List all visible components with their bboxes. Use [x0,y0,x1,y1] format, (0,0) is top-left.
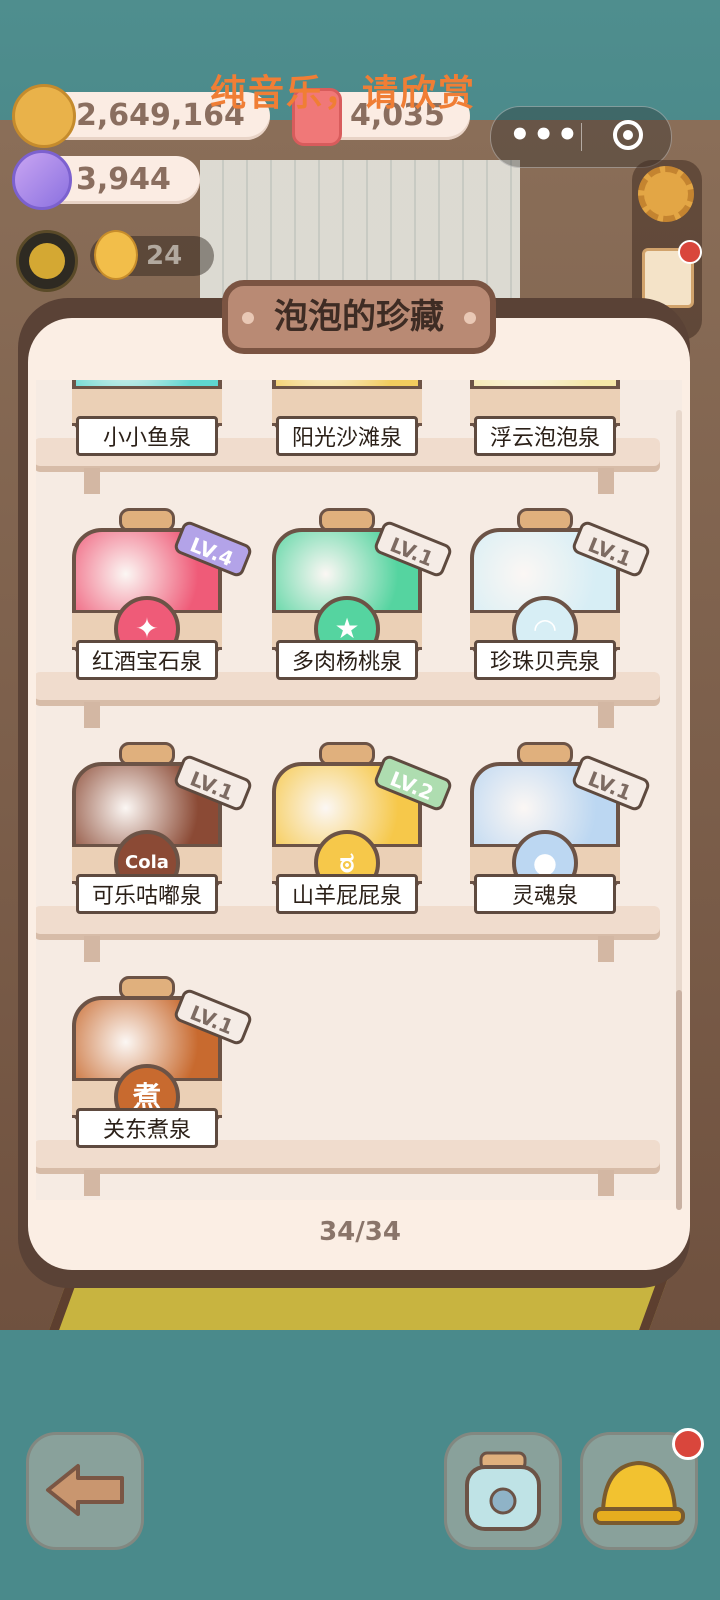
jar-icon [465,1451,541,1531]
chick-count: 24 [146,241,183,271]
jar-item[interactable]: ★ 多肉杨桃泉 LV.1 [272,508,454,680]
jar-item[interactable]: 阳光沙滩泉 [272,380,422,456]
page-counter: 34/34 [319,1217,401,1247]
shelf-bracket [598,936,614,962]
sun-icon[interactable] [16,230,78,292]
shelf-bracket [84,702,100,728]
back-arrow-icon [46,1464,124,1516]
shelf-bracket [598,468,614,494]
more-menu-button[interactable]: ••• [509,107,578,167]
shelf-bracket [84,1170,100,1196]
chick-icon [94,230,138,280]
jar-name-label: 关东煮泉 [76,1108,218,1148]
bubble-jar-button[interactable] [444,1432,562,1550]
capsule-divider [581,123,582,151]
cookie-coin-icon [12,84,76,148]
collection-scroll-area[interactable]: 小小鱼泉 阳光沙滩泉 浮云泡泡泉 ✦ 红酒宝石泉 LV.4 ★ 多肉杨桃泉 LV.1 ◠ 珍珠贝壳泉… [36,380,682,1200]
jar-item[interactable]: 煮关东煮泉 LV.1 [72,976,254,1148]
jar-item[interactable]: ✦ 红酒宝石泉 LV.4 [72,508,254,680]
jar-name-label: 多肉杨桃泉 [276,640,418,680]
shelf-bracket [84,468,100,494]
shelf-bracket [84,936,100,962]
jar-item[interactable]: Cola 可乐咕嘟泉 LV.1 [72,742,254,914]
mini-program-capsule: ••• [490,106,672,168]
close-target-button[interactable] [613,120,643,150]
jar-name-label: 阳光沙滩泉 [276,416,418,456]
jar-item[interactable]: 小小鱼泉 [72,380,222,456]
music-overlay-text: 纯音乐，请欣赏 [210,73,477,114]
notification-dot [672,1428,704,1460]
jar-name-label: 珍珠贝壳泉 [474,640,616,680]
jar-name-label: 山羊屁屁泉 [276,874,418,914]
jar-name-label: 可乐咕嘟泉 [76,874,218,914]
panel-title: 泡泡的珍藏 [274,297,444,337]
jar-item[interactable]: ● 灵魂泉 LV.1 [470,742,652,914]
jar-name-label: 红酒宝石泉 [76,640,218,680]
notification-dot [678,240,702,264]
jar-name-label: 浮云泡泡泉 [474,416,616,456]
jar-item[interactable]: 浮云泡泡泉 [470,380,620,456]
jar-name-label: 小小鱼泉 [76,416,218,456]
scrollbar-thumb[interactable] [676,990,682,1210]
candy-icon [12,150,72,210]
jar-item[interactable]: ◠ 珍珠贝壳泉 LV.1 [470,508,652,680]
gear-icon[interactable] [638,166,694,222]
shelf-bracket [598,702,614,728]
shelf-bracket [598,1170,614,1196]
jar-name-label: 灵魂泉 [474,874,616,914]
jar-item[interactable]: ಠ 山羊屁屁泉 LV.2 [272,742,454,914]
candy-count: 3,944 [76,162,171,197]
